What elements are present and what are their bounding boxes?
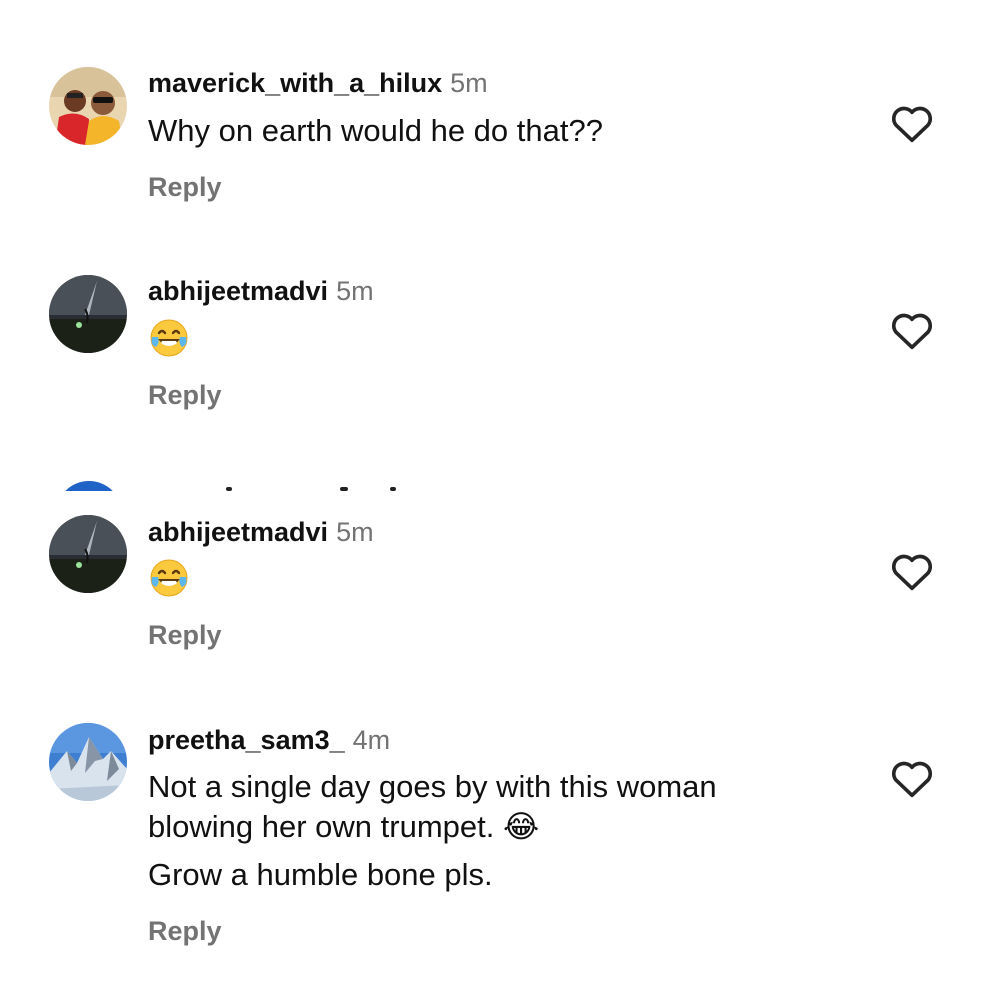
user-avatar <box>56 481 122 491</box>
username[interactable]: abhijeetmadvi <box>148 276 328 306</box>
cropped-text-fragment <box>340 487 348 491</box>
reply-button[interactable]: Reply <box>148 916 222 947</box>
user-avatar[interactable] <box>49 515 127 593</box>
user-avatar[interactable] <box>49 67 127 145</box>
comment-text <box>148 316 848 359</box>
comment-line: Grow a humble bone pls. <box>148 857 493 892</box>
comment-line: Not a single day goes by with this woman <box>148 769 717 804</box>
like-button[interactable] <box>890 311 934 351</box>
reply-button[interactable]: Reply <box>148 380 222 411</box>
cropped-text-fragment <box>390 487 396 491</box>
reply-button[interactable]: Reply <box>148 620 222 651</box>
timestamp: 5m <box>336 517 374 547</box>
heart-outline-icon <box>891 106 933 143</box>
face-with-tears-of-joy-emoji <box>148 557 190 599</box>
like-button[interactable] <box>890 552 934 592</box>
heart-outline-icon <box>891 761 933 798</box>
comment-text: Why on earth would he do that?? <box>148 111 848 151</box>
username[interactable]: preetha_sam3_ <box>148 725 345 755</box>
username[interactable]: abhijeetmadvi <box>148 517 328 547</box>
cropped-comment-strip <box>0 481 1000 491</box>
comment-line: Why on earth would he do that?? <box>148 113 603 148</box>
like-button[interactable] <box>890 759 934 799</box>
user-avatar[interactable] <box>49 723 127 801</box>
timestamp: 5m <box>450 68 488 98</box>
user-avatar[interactable] <box>49 275 127 353</box>
face-with-tears-of-joy-emoji <box>148 317 190 359</box>
reply-button[interactable]: Reply <box>148 172 222 203</box>
timestamp: 4m <box>352 725 391 755</box>
username[interactable]: maverick_with_a_hilux <box>148 68 442 98</box>
comment-line: blowing her own trumpet. 😂 <box>148 809 540 844</box>
comment-meta: abhijeetmadvi 5m <box>148 275 374 307</box>
like-button[interactable] <box>890 104 934 144</box>
two-people-avatar-icon <box>49 67 127 145</box>
comment-text: Not a single day goes by with this woman… <box>148 767 848 895</box>
comment-meta: preetha_sam3_ 4m <box>148 724 390 756</box>
comment-meta: maverick_with_a_hilux 5m <box>148 67 488 99</box>
night-sky-avatar-icon <box>49 515 127 593</box>
heart-outline-icon <box>891 554 933 591</box>
night-sky-avatar-icon <box>49 275 127 353</box>
cropped-text-fragment <box>226 487 232 491</box>
timestamp: 5m <box>336 276 374 306</box>
mountain-avatar-icon <box>49 723 127 801</box>
comment-text <box>148 556 848 599</box>
heart-outline-icon <box>891 313 933 350</box>
comment-meta: abhijeetmadvi 5m <box>148 516 374 548</box>
